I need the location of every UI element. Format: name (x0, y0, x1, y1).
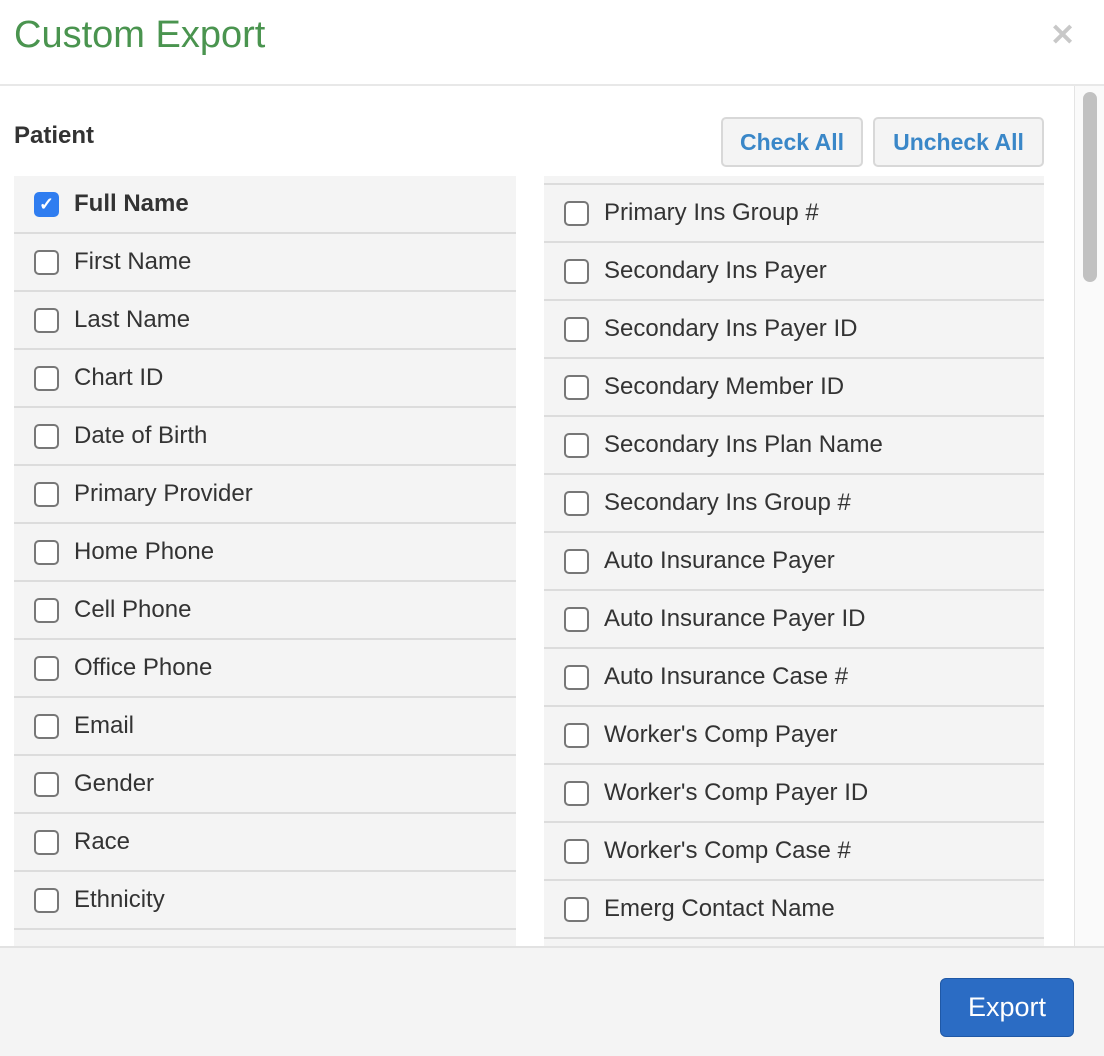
checkbox[interactable] (564, 432, 589, 458)
field-label: Last Name (74, 306, 191, 333)
checkbox[interactable] (564, 896, 589, 922)
checkbox[interactable] (564, 838, 589, 864)
field-label: Auto Insurance Case # (604, 663, 849, 690)
checkbox[interactable] (34, 597, 59, 623)
field-row[interactable]: Primary Ins Group # (544, 185, 1044, 243)
field-row[interactable]: Home Phone (14, 524, 516, 582)
checkbox[interactable] (564, 606, 589, 632)
checkbox[interactable] (564, 258, 589, 284)
field-label: Gender (74, 770, 155, 797)
field-label: Emerg Contact Name (604, 895, 835, 922)
field-row[interactable]: Secondary Ins Payer (544, 243, 1044, 301)
field-label: Secondary Ins Group # (604, 489, 851, 516)
scrollbar[interactable] (1074, 86, 1104, 946)
checkbox[interactable] (34, 887, 59, 913)
section-title: Patient (14, 122, 95, 149)
field-row[interactable]: Chart ID (14, 350, 516, 408)
field-label: Primary Provider (74, 480, 253, 507)
field-row[interactable]: Last Name (14, 292, 516, 350)
checkbox[interactable] (34, 307, 59, 333)
field-row[interactable]: Auto Insurance Payer (544, 533, 1044, 591)
field-row[interactable]: Auto Insurance Payer ID (544, 591, 1044, 649)
checkbox[interactable] (564, 200, 589, 226)
field-row[interactable]: Auto Insurance Case # (544, 649, 1044, 707)
field-label: Chart ID (74, 364, 164, 391)
field-row[interactable]: Secondary Member ID (544, 359, 1044, 417)
field-label: Full Name (74, 190, 189, 217)
checkbox[interactable] (34, 365, 59, 391)
checkbox[interactable] (34, 423, 59, 449)
field-label: First Name (74, 248, 192, 275)
checkbox[interactable] (564, 316, 589, 342)
field-label: Office Phone (74, 654, 213, 681)
field-label: Auto Insurance Payer ID (604, 605, 866, 632)
checkbox[interactable] (564, 548, 589, 574)
field-row[interactable]: Emerg Contact Name (544, 881, 1044, 939)
checkbox-checked[interactable]: ✓ (34, 191, 59, 217)
field-row[interactable]: Email (14, 698, 516, 756)
field-label: Auto Insurance Payer (604, 547, 835, 574)
dialog-footer: Export (0, 946, 1104, 1056)
checkbox[interactable] (34, 655, 59, 681)
dialog-header: Custom Export ✕ (0, 0, 1104, 86)
left-field-list: ✓ Full Name First Name Last Name Chart ID Dat… (14, 176, 516, 946)
field-row[interactable]: Worker's Comp Payer (544, 707, 1044, 765)
export-button[interactable]: Export (940, 978, 1074, 1037)
field-row[interactable]: Worker's Comp Case # (544, 823, 1044, 881)
checkbox[interactable] (564, 780, 589, 806)
check-all-button[interactable]: Check All (721, 117, 863, 167)
field-label: Secondary Ins Plan Name (604, 431, 883, 458)
checkbox[interactable] (34, 713, 59, 739)
field-label: Worker's Comp Case # (604, 837, 851, 864)
checkbox[interactable] (564, 664, 589, 690)
dialog-title: Custom Export (14, 14, 266, 56)
field-label: Ethnicity (74, 886, 165, 913)
checkbox[interactable] (34, 539, 59, 565)
field-row[interactable]: Cell Phone (14, 582, 516, 640)
checkbox[interactable] (34, 249, 59, 275)
field-label: Worker's Comp Payer (604, 721, 838, 748)
field-row[interactable]: First Name (14, 234, 516, 292)
field-label: Home Phone (74, 538, 215, 565)
field-label: Secondary Member ID (604, 373, 845, 400)
field-row[interactable]: ✓ Full Name (14, 176, 516, 234)
field-row[interactable]: Secondary Ins Payer ID (544, 301, 1044, 359)
field-row[interactable]: Race (14, 814, 516, 872)
field-label: Primary Ins Group # (604, 199, 819, 226)
field-label: Race (74, 828, 131, 855)
field-row[interactable]: Gender (14, 756, 516, 814)
scrollbar-thumb[interactable] (1083, 92, 1097, 282)
field-label: Email (74, 712, 135, 739)
divider (544, 176, 1044, 185)
checkbox[interactable] (564, 722, 589, 748)
checkbox[interactable] (564, 490, 589, 516)
field-row[interactable]: Worker's Comp Payer ID (544, 765, 1044, 823)
uncheck-all-button[interactable]: Uncheck All (873, 117, 1044, 167)
dialog-body: Patient Check All Uncheck All ✓ Full Name… (0, 86, 1104, 946)
field-row[interactable]: Secondary Ins Group # (544, 475, 1044, 533)
field-label: Date of Birth (74, 422, 208, 449)
field-row[interactable]: Ethnicity (14, 872, 516, 930)
field-label: Secondary Ins Payer (604, 257, 827, 284)
field-row[interactable]: Date of Birth (14, 408, 516, 466)
right-field-list: Primary Ins Group # Secondary Ins Payer Se… (544, 176, 1044, 946)
field-label: Worker's Comp Payer ID (604, 779, 869, 806)
checkbox[interactable] (34, 771, 59, 797)
field-label: Secondary Ins Payer ID (604, 315, 858, 342)
field-label: Cell Phone (74, 596, 192, 623)
checkbox[interactable] (564, 374, 589, 400)
field-row[interactable]: Secondary Ins Plan Name (544, 417, 1044, 475)
field-row[interactable]: Office Phone (14, 640, 516, 698)
field-row[interactable]: Primary Provider (14, 466, 516, 524)
close-icon[interactable]: ✕ (1050, 18, 1075, 53)
checkbox[interactable] (34, 829, 59, 855)
checkbox[interactable] (34, 481, 59, 507)
